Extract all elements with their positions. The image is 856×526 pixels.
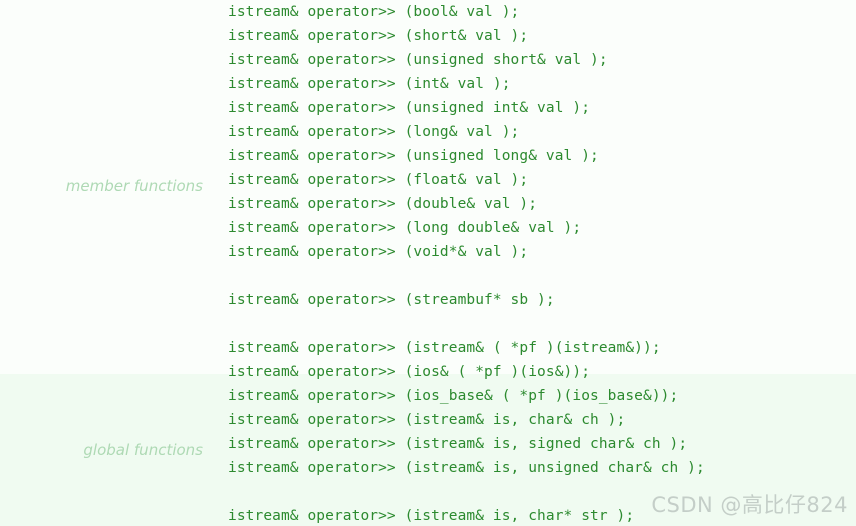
code-line: istream& operator>> (ios_base& ( *pf )(i…	[228, 388, 679, 404]
code-line: istream& operator>> (istream& is, char& …	[228, 412, 626, 428]
global-functions-label: global functions	[83, 441, 203, 459]
code-line: istream& operator>> (void*& val );	[228, 244, 529, 260]
reference-page: istream& operator>> (bool& val ); istream…	[0, 0, 856, 526]
code-line: istream& operator>> (istream& ( *pf )(is…	[228, 340, 661, 356]
code-line: istream& operator>> (unsigned short& val…	[228, 52, 608, 68]
code-line: istream& operator>> (int& val );	[228, 76, 511, 92]
code-line: istream& operator>> (istream& is, char* …	[228, 508, 635, 524]
code-line: istream& operator>> (short& val );	[228, 28, 529, 44]
code-line: istream& operator>> (ios& ( *pf )(ios&))…	[228, 364, 591, 380]
code-line: istream& operator>> (bool& val );	[228, 4, 520, 20]
code-line: istream& operator>> (streambuf* sb );	[228, 292, 555, 308]
code-line: istream& operator>> (long& val );	[228, 124, 520, 140]
code-line: istream& operator>> (long double& val );	[228, 220, 582, 236]
code-line: istream& operator>> (unsigned long& val …	[228, 148, 599, 164]
code-line: istream& operator>> (istream& is, unsign…	[228, 460, 705, 476]
code-spacer-line	[228, 312, 856, 336]
code-line: istream& operator>> (istream& is, signed…	[228, 436, 688, 452]
code-line: istream& operator>> (double& val );	[228, 196, 538, 212]
code-line: istream& operator>> (float& val );	[228, 172, 529, 188]
member-functions-label: member functions	[65, 177, 203, 195]
code-spacer-line	[228, 264, 856, 288]
code-spacer-line	[228, 480, 856, 504]
code-line: istream& operator>> (unsigned int& val )…	[228, 100, 591, 116]
code-listing: istream& operator>> (bool& val ); istream…	[228, 0, 856, 526]
